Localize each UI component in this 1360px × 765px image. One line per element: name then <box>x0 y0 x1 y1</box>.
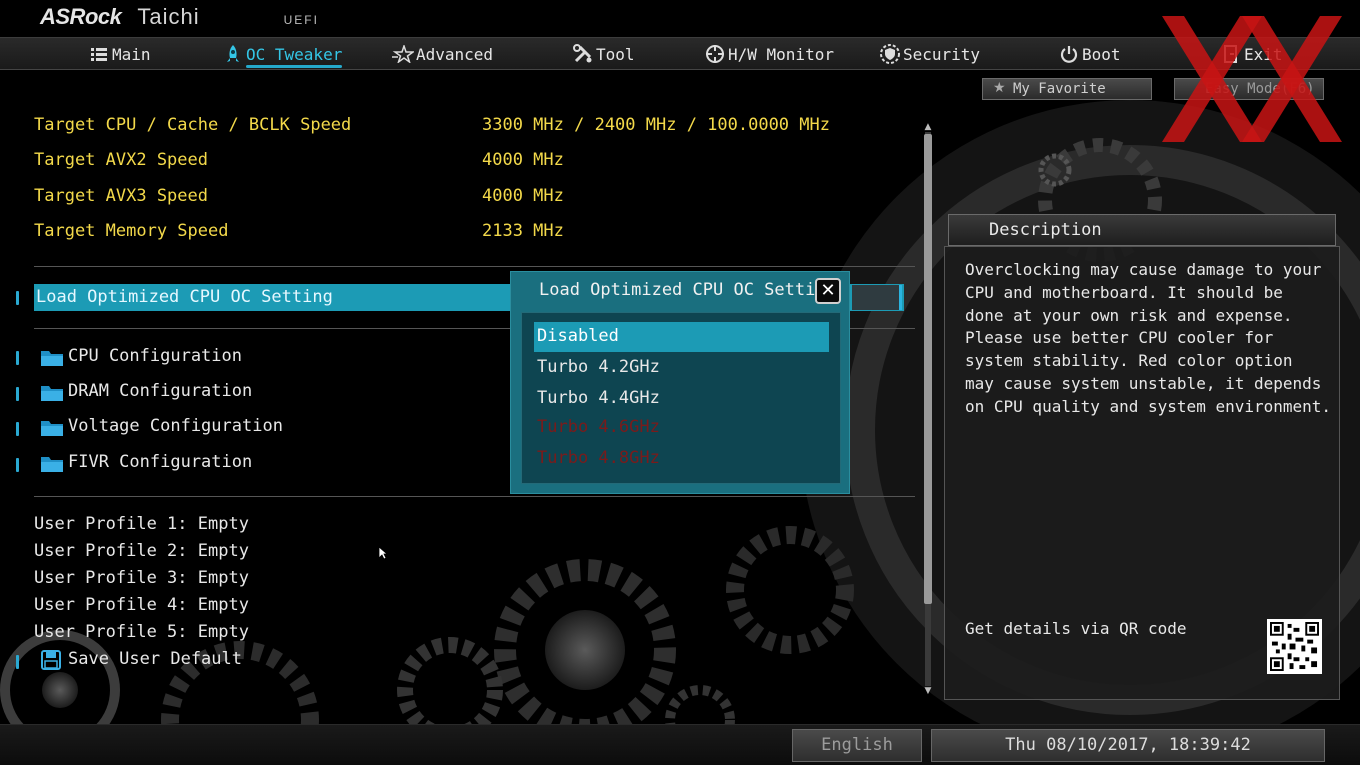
wrench-icon <box>572 43 594 65</box>
option-select-dialog: Load Optimized CPU OC Setting ✕ Disabled… <box>510 271 850 494</box>
tab-oc-tweaker-label: OC Tweaker <box>246 44 343 64</box>
row-marker <box>16 351 19 365</box>
cpu-configuration-item[interactable]: CPU Configuration <box>68 346 242 366</box>
fivr-configuration-item[interactable]: FIVR Configuration <box>68 452 252 472</box>
target-memory-label: Target Memory Speed <box>34 221 229 241</box>
scroll-thumb[interactable] <box>924 134 932 604</box>
favorite-bar: ★ My Favorite Easy Mode(F6) <box>960 78 1340 102</box>
user-profile-2[interactable]: User Profile 2: Empty <box>34 541 249 561</box>
option-turbo-44[interactable]: Turbo 4.4GHz <box>534 384 829 414</box>
folder-icon <box>41 457 63 472</box>
tab-advanced[interactable]: Advanced <box>392 38 493 70</box>
option-turbo-48[interactable]: Turbo 4.8GHz <box>534 444 829 474</box>
exit-icon <box>1220 43 1242 65</box>
target-memory-value: 2133 MHz <box>482 221 564 241</box>
row-marker <box>16 458 19 472</box>
tab-main[interactable]: Main <box>88 38 151 70</box>
scroll-up-icon[interactable]: ▲ <box>922 122 934 132</box>
star-icon <box>392 43 414 65</box>
user-profile-4[interactable]: User Profile 4: Empty <box>34 595 249 615</box>
status-footer: English Thu 08/10/2017, 18:39:42 <box>0 724 1360 765</box>
description-body: Overclocking may cause damage to your CP… <box>944 246 1340 700</box>
tab-security[interactable]: Security <box>879 38 980 70</box>
dialog-title: Load Optimized CPU OC Setting <box>539 280 836 300</box>
main-scrollbar[interactable]: ▲ ▼ <box>922 122 934 696</box>
power-icon <box>1058 43 1080 65</box>
star-icon: ★ <box>993 80 1006 96</box>
voltage-configuration-item[interactable]: Voltage Configuration <box>68 416 283 436</box>
description-text: Overclocking may cause damage to your CP… <box>965 260 1332 416</box>
tab-exit-label: Exit <box>1244 44 1283 64</box>
divider <box>34 266 915 267</box>
folder-icon <box>41 421 63 436</box>
brand-header: ASRock Taichi UEFI <box>40 4 319 36</box>
tab-hw-monitor-label: H/W Monitor <box>728 44 834 64</box>
tab-advanced-label: Advanced <box>416 44 494 64</box>
tab-boot[interactable]: Boot <box>1058 38 1121 70</box>
tab-oc-tweaker[interactable]: OC Tweaker <box>222 38 343 70</box>
option-disabled[interactable]: Disabled <box>534 322 829 352</box>
close-button[interactable]: ✕ <box>815 278 841 304</box>
description-title: Description <box>989 220 1102 240</box>
user-profile-1[interactable]: User Profile 1: Empty <box>34 514 249 534</box>
divider <box>34 496 915 497</box>
tab-exit[interactable]: Exit <box>1220 38 1283 70</box>
language-button[interactable]: English <box>792 729 922 762</box>
dram-configuration-item[interactable]: DRAM Configuration <box>68 381 252 401</box>
target-avx2-value: 4000 MHz <box>482 150 564 170</box>
row-marker <box>16 655 19 669</box>
scroll-down-icon[interactable]: ▼ <box>922 686 934 696</box>
folder-icon <box>41 351 63 366</box>
description-panel: Description Overclocking may cause damag… <box>944 214 1340 700</box>
user-profile-3[interactable]: User Profile 3: Empty <box>34 568 249 588</box>
my-favorite-label: My Favorite <box>1013 81 1106 97</box>
firmware-label: UEFI <box>283 13 319 27</box>
option-list: Disabled Turbo 4.2GHz Turbo 4.4GHz Turbo… <box>521 312 841 484</box>
row-marker <box>16 422 19 436</box>
tab-security-label: Security <box>903 44 981 64</box>
easy-mode-button[interactable]: Easy Mode(F6) <box>1174 78 1324 100</box>
tab-tool[interactable]: Tool <box>572 38 635 70</box>
tab-boot-label: Boot <box>1082 44 1121 64</box>
user-profile-5[interactable]: User Profile 5: Empty <box>34 622 249 642</box>
mouse-cursor-icon <box>378 546 388 560</box>
floppy-save-icon <box>41 650 61 670</box>
my-favorite-button[interactable]: ★ My Favorite <box>982 78 1152 100</box>
list-icon <box>88 43 110 65</box>
tab-tool-label: Tool <box>596 44 635 64</box>
load-optimized-oc-value[interactable] <box>852 285 902 310</box>
close-icon: ✕ <box>820 280 836 301</box>
active-tab-underline <box>246 65 343 68</box>
shield-icon <box>879 43 901 65</box>
option-turbo-42[interactable]: Turbo 4.2GHz <box>534 353 829 383</box>
qr-code-icon <box>1267 619 1322 674</box>
option-turbo-46[interactable]: Turbo 4.6GHz <box>534 413 829 443</box>
date-time-display: Thu 08/10/2017, 18:39:42 <box>931 729 1325 762</box>
easy-mode-label: Easy Mode(F6) <box>1205 81 1315 97</box>
load-optimized-oc-label: Load Optimized CPU OC Setting <box>36 287 333 307</box>
tab-hw-monitor[interactable]: H/W Monitor <box>704 38 834 70</box>
target-avx3-value: 4000 MHz <box>482 186 564 206</box>
target-cpu-label: Target CPU / Cache / BCLK Speed <box>34 115 352 135</box>
crosshair-icon <box>704 43 726 65</box>
rocket-icon <box>222 43 244 65</box>
target-cpu-value: 3300 MHz / 2400 MHz / 100.0000 MHz <box>482 115 830 135</box>
tab-main-label: Main <box>112 44 151 64</box>
target-avx3-label: Target AVX3 Speed <box>34 186 208 206</box>
board-model: Taichi <box>137 4 200 29</box>
description-header: Description <box>948 214 1336 246</box>
target-avx2-label: Target AVX2 Speed <box>34 150 208 170</box>
row-marker <box>16 291 19 305</box>
save-user-default-item[interactable]: Save User Default <box>68 649 242 669</box>
row-marker <box>16 387 19 401</box>
brand-logo: ASRock <box>40 4 122 29</box>
folder-icon <box>41 386 63 401</box>
main-menu-bar: Main OC Tweaker Advanced Tool H/W Monito… <box>0 37 1360 70</box>
qr-code-label: Get details via QR code <box>965 619 1187 638</box>
